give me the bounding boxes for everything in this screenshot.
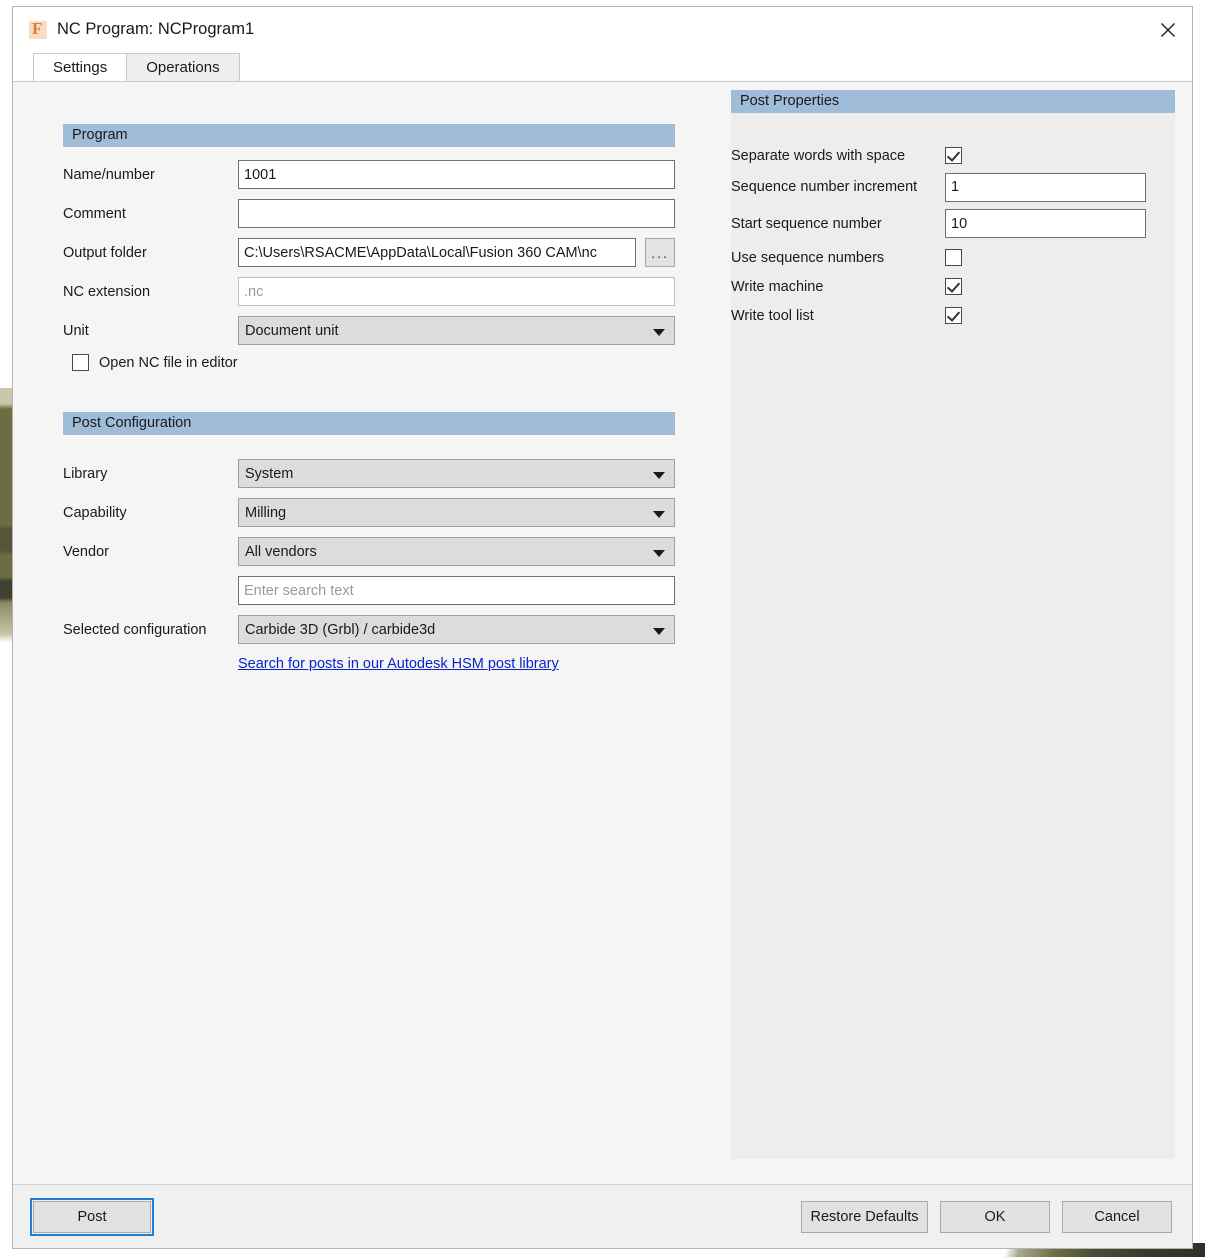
nc-extension-label: NC extension — [63, 283, 151, 300]
row-post-search — [63, 575, 675, 606]
dialog-title: NC Program: NCProgram1 — [57, 20, 255, 38]
use-sequence-numbers-checkbox[interactable] — [945, 249, 962, 266]
row-write-machine: Write machine — [731, 272, 1175, 301]
library-select-value: System — [245, 465, 294, 482]
open-nc-in-editor-row[interactable]: Open NC file in editor — [72, 354, 675, 371]
row-nc-extension: NC extension — [63, 276, 675, 307]
hsm-post-library-link[interactable]: Search for posts in our Autodesk HSM pos… — [238, 656, 559, 672]
capability-label: Capability — [63, 504, 127, 521]
library-label: Library — [63, 465, 108, 482]
program-section-header: Program — [63, 124, 675, 147]
row-selected-configuration: Selected configuration Carbide 3D (Grbl)… — [63, 614, 675, 645]
output-folder-input[interactable] — [238, 238, 637, 267]
vendor-label: Vendor — [63, 543, 109, 560]
selected-configuration-select[interactable]: Carbide 3D (Grbl) / carbide3d — [238, 615, 675, 644]
row-write-tool-list: Write tool list — [731, 301, 1175, 330]
write-machine-label: Write machine — [731, 278, 824, 295]
post-configuration-group: Post Configuration Library System Capabi… — [63, 412, 675, 673]
chevron-down-icon — [653, 510, 665, 518]
row-start-sequence-number: Start sequence number — [731, 204, 1175, 243]
dialog-titlebar: NC Program: NCProgram1 — [13, 7, 1192, 52]
row-vendor: Vendor All vendors — [63, 536, 675, 567]
row-separate-words-with-space: Separate words with space — [731, 141, 1175, 170]
name-number-label: Name/number — [63, 166, 155, 183]
chevron-down-icon — [653, 627, 665, 635]
ok-button[interactable]: OK — [940, 1200, 1050, 1233]
row-use-sequence-numbers: Use sequence numbers — [731, 243, 1175, 272]
post-button[interactable]: Post — [30, 1197, 154, 1236]
right-column: Post Properties Separate words with spac… — [721, 82, 1192, 1184]
start-sequence-number-label: Start sequence number — [731, 215, 882, 232]
fusion-f-icon — [29, 19, 47, 39]
capability-select-value: Milling — [245, 504, 287, 521]
cancel-button[interactable]: Cancel — [1062, 1200, 1172, 1233]
chevron-down-icon — [653, 328, 665, 336]
unit-select[interactable]: Document unit — [238, 316, 675, 345]
close-button[interactable] — [1144, 7, 1192, 52]
chevron-down-icon — [653, 471, 665, 479]
selected-configuration-value: Carbide 3D (Grbl) / carbide3d — [245, 621, 436, 638]
tab-strip: Settings Operations — [13, 52, 1192, 81]
close-icon — [1161, 22, 1175, 37]
comment-label: Comment — [63, 205, 126, 222]
vendor-select-value: All vendors — [245, 543, 317, 560]
write-tool-list-label: Write tool list — [731, 307, 814, 324]
comment-input[interactable] — [238, 199, 675, 228]
restore-defaults-button[interactable]: Restore Defaults — [801, 1200, 928, 1233]
write-tool-list-checkbox[interactable] — [945, 307, 962, 324]
unit-select-value: Document unit — [245, 322, 339, 339]
write-machine-checkbox[interactable] — [945, 278, 962, 295]
output-folder-browse-button[interactable]: ... — [645, 238, 675, 267]
row-comment: Comment — [63, 198, 675, 229]
output-folder-label: Output folder — [63, 244, 147, 261]
sequence-number-increment-input[interactable] — [945, 172, 1146, 202]
row-output-folder: Output folder ... — [63, 237, 675, 268]
vendor-select[interactable]: All vendors — [238, 537, 675, 566]
row-unit: Unit Document unit — [63, 315, 675, 346]
name-number-input[interactable] — [238, 160, 675, 189]
use-sequence-numbers-label: Use sequence numbers — [731, 249, 885, 266]
library-select[interactable]: System — [238, 459, 675, 488]
program-group: Program Name/number Comment Output folde… — [63, 124, 675, 371]
post-properties-panel: Post Properties Separate words with spac… — [731, 90, 1175, 1159]
dialog-footer: Post Restore Defaults OK Cancel — [13, 1184, 1192, 1248]
open-nc-in-editor-checkbox[interactable] — [72, 354, 89, 371]
left-column: Program Name/number Comment Output folde… — [13, 82, 721, 1184]
start-sequence-number-input[interactable] — [945, 209, 1146, 238]
tab-settings[interactable]: Settings — [33, 53, 128, 81]
separate-words-with-space-checkbox[interactable] — [945, 147, 962, 164]
sequence-number-increment-label: Sequence number increment — [731, 179, 918, 195]
unit-label: Unit — [63, 322, 89, 339]
row-name-number: Name/number — [63, 159, 675, 190]
post-search-input[interactable] — [238, 576, 675, 605]
chevron-down-icon — [653, 549, 665, 557]
row-sequence-number-increment: Sequence number increment — [731, 170, 1175, 204]
separate-words-with-space-label: Separate words with space — [731, 147, 906, 164]
capability-select[interactable]: Milling — [238, 498, 675, 527]
row-capability: Capability Milling — [63, 497, 675, 528]
nc-program-dialog: NC Program: NCProgram1 Settings Operatio… — [12, 6, 1193, 1249]
open-nc-in-editor-label: Open NC file in editor — [99, 354, 238, 371]
post-configuration-section-header: Post Configuration — [63, 412, 675, 435]
post-properties-section-header: Post Properties — [731, 90, 1175, 113]
settings-tab-panel: Program Name/number Comment Output folde… — [13, 81, 1192, 1184]
nc-extension-input[interactable] — [238, 277, 675, 306]
selected-configuration-label: Selected configuration — [63, 621, 207, 638]
tab-operations[interactable]: Operations — [126, 53, 240, 81]
row-library: Library System — [63, 458, 675, 489]
